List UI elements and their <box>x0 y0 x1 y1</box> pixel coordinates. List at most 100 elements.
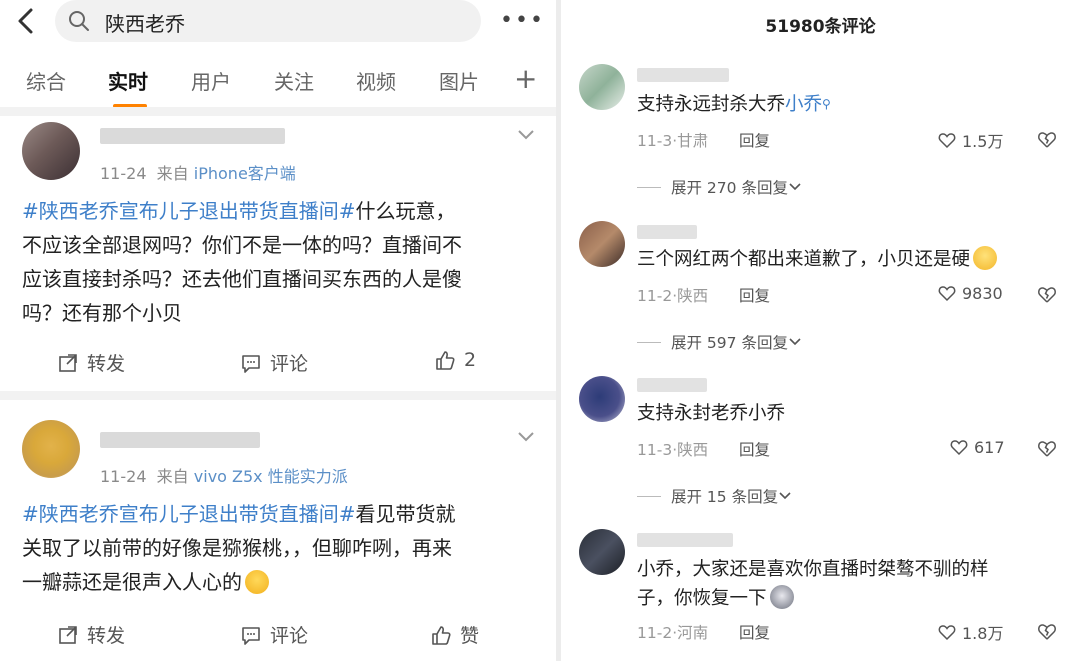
post-text-line: 应该直接封杀吗？还去他们直播间买东西的人是傻 <box>22 267 462 291</box>
heart-icon <box>950 440 968 456</box>
username-blurred[interactable] <box>100 432 260 448</box>
username-blurred[interactable] <box>637 378 707 392</box>
comment-meta: 11-2·河南 <box>637 624 709 642</box>
comment-label: 评论 <box>270 353 309 375</box>
avatar[interactable] <box>579 221 625 267</box>
post-text-line: 吗？还有那个小贝 <box>22 301 182 325</box>
reply-button[interactable]: 回复 <box>739 284 770 306</box>
comment-like-count: 617 <box>974 437 1005 457</box>
repost-button[interactable]: 转发 <box>57 349 125 376</box>
post-source[interactable]: iPhone客户端 <box>194 164 296 183</box>
comment-like-button[interactable]: 617 <box>949 437 1005 457</box>
post-text-line: 关取了以前带的好像是猕猴桃，，但聊咋咧，再来 <box>22 536 452 560</box>
comment-text: 三个网红两个都出来道歉了，小贝还是硬 <box>637 245 1057 274</box>
post-source-prefix: 来自 <box>156 467 189 486</box>
comment-date: 11-3 <box>637 132 673 150</box>
back-button[interactable] <box>12 6 42 36</box>
comment-button[interactable]: 评论 <box>240 349 308 376</box>
comment-like-button[interactable]: 9830 <box>937 283 1003 303</box>
avatar[interactable] <box>22 420 80 478</box>
more-options-button[interactable]: ••• <box>500 8 545 33</box>
comment-text-body: 三个网红两个都出来道歉了，小贝还是硬 <box>637 249 971 270</box>
post-text: #陕西老乔宣布儿子退出带货直播间#什么玩意， 不应该全部退网吗？你们不是一体的吗… <box>22 194 542 330</box>
avatar[interactable] <box>579 64 625 110</box>
comment-text: 小乔，大家还是喜欢你直播时桀骜不驯的样 子，你恢复一下 <box>637 555 1057 613</box>
add-tab-button[interactable]: + <box>514 62 537 95</box>
hashtag-link[interactable]: #陕西老乔宣布儿子退出带货直播间# <box>22 199 356 223</box>
cat-emoji-icon <box>769 585 794 609</box>
expand-replies-button[interactable]: 展开 15 条回复 <box>637 485 792 507</box>
reply-button[interactable]: 回复 <box>739 129 770 151</box>
comment-text-body: 支持永远封杀大乔 <box>637 94 786 115</box>
chevron-down-icon <box>789 338 801 346</box>
post-card[interactable]: 11-24 来自 vivo Z5x 性能实力派 #陕西老乔宣布儿子退出带货直播间… <box>0 400 556 661</box>
comment-icon <box>242 626 260 645</box>
comment-like-button[interactable]: 1.5万 <box>937 128 1003 152</box>
comments-count-title: 51980条评论 <box>765 17 876 37</box>
comment-text: 支持永封老乔小乔 <box>637 399 1057 428</box>
tab-realtime[interactable]: 实时 <box>108 66 148 95</box>
broken-heart-icon[interactable] <box>1036 283 1058 305</box>
post-actions: 转发 评论 2 <box>0 349 556 379</box>
comment-label: 评论 <box>270 625 309 647</box>
post-text: #陕西老乔宣布儿子退出带货直播间#看见带货就 关取了以前带的好像是猕猴桃，，但聊… <box>22 497 542 599</box>
chevron-down-icon[interactable] <box>516 430 536 444</box>
post-date: 11-24 <box>100 467 147 486</box>
like-button[interactable]: 赞 <box>430 621 479 648</box>
expand-replies-button[interactable]: 展开 270 条回复 <box>637 176 802 198</box>
tab-videos[interactable]: 视频 <box>356 66 396 95</box>
expand-replies-label: 展开 15 条回复 <box>671 488 779 506</box>
expand-replies-button[interactable]: 展开 597 条回复 <box>637 331 802 353</box>
chevron-down-icon[interactable] <box>516 128 536 142</box>
comment-text-body: 支持永封老乔小乔 <box>637 403 786 424</box>
comment-region: 陕西 <box>677 441 709 459</box>
comment-text-line: 小乔，大家还是喜欢你直播时桀骜不驯的样 <box>637 559 989 580</box>
repost-icon <box>59 353 77 372</box>
avatar[interactable] <box>579 376 625 422</box>
divider <box>0 391 556 400</box>
expand-line <box>637 495 661 497</box>
post-card[interactable]: 11-24 来自 iPhone客户端 #陕西老乔宣布儿子退出带货直播间#什么玩意… <box>0 116 556 391</box>
avatar[interactable] <box>579 529 625 575</box>
tab-images[interactable]: 图片 <box>439 66 479 95</box>
username-blurred[interactable] <box>637 533 733 547</box>
comment-meta: 11-3·陕西 <box>637 441 709 459</box>
broken-heart-icon[interactable] <box>1036 620 1058 642</box>
expand-line <box>637 186 661 188</box>
comment-like-count: 9830 <box>962 283 1003 303</box>
comment-text-line: 子，你恢复一下 <box>637 588 767 609</box>
comment-region: 河南 <box>677 624 709 642</box>
search-link-icon[interactable]: ⚲ <box>822 97 831 111</box>
comment-date: 11-2 <box>637 624 673 642</box>
reply-button[interactable]: 回复 <box>739 438 770 460</box>
avatar[interactable] <box>22 122 80 180</box>
username-blurred[interactable] <box>100 128 285 144</box>
search-bar[interactable]: 陕西老乔 <box>55 0 481 42</box>
post-text-line: 看见带货就 <box>355 502 456 526</box>
post-meta: 11-24 来自 iPhone客户端 <box>100 160 296 184</box>
tab-following[interactable]: 关注 <box>274 66 314 95</box>
tab-comprehensive[interactable]: 综合 <box>26 66 66 95</box>
heart-icon <box>938 625 956 641</box>
comment-button[interactable]: 评论 <box>240 621 308 648</box>
broken-heart-icon[interactable] <box>1036 128 1058 150</box>
search-icon <box>69 11 89 31</box>
reply-button[interactable]: 回复 <box>739 621 770 643</box>
comment-date: 11-3 <box>637 441 673 459</box>
repost-button[interactable]: 转发 <box>57 621 125 648</box>
comment-meta: 11-3·甘肃 <box>637 132 709 150</box>
search-query[interactable]: 陕西老乔 <box>105 8 185 37</box>
comment-like-button[interactable]: 1.8万 <box>937 620 1003 644</box>
tab-users[interactable]: 用户 <box>191 66 231 95</box>
broken-heart-icon[interactable] <box>1036 437 1058 459</box>
username-blurred[interactable] <box>637 68 729 82</box>
hashtag-link[interactable]: #陕西老乔宣布儿子退出带货直播间# <box>22 502 356 526</box>
mention-link[interactable]: 小乔 <box>785 94 822 115</box>
comment-text: 支持永远封杀大乔小乔⚲ <box>637 90 1057 119</box>
username-blurred[interactable] <box>637 225 697 239</box>
heart-icon <box>938 286 956 302</box>
post-actions: 转发 评论 赞 <box>0 621 556 651</box>
like-button[interactable]: 2 <box>434 349 476 371</box>
comment-region: 陕西 <box>677 287 709 305</box>
post-source[interactable]: vivo Z5x 性能实力派 <box>194 467 348 486</box>
